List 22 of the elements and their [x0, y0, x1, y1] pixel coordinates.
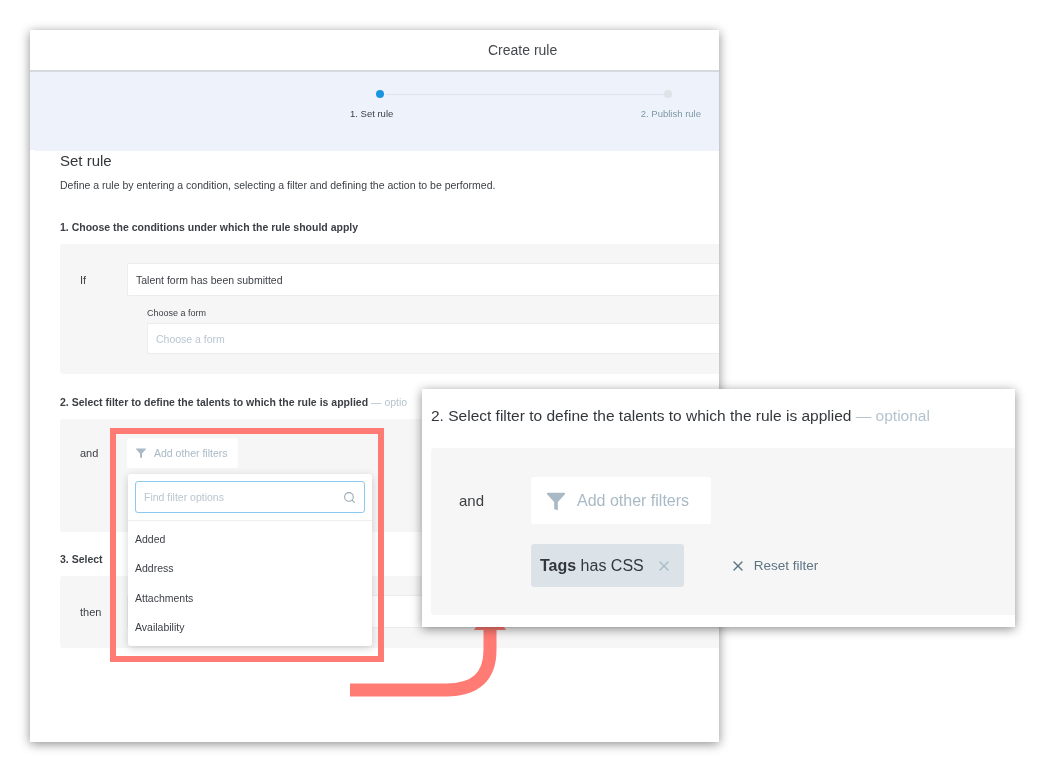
section-title: Set rule [60, 151, 113, 171]
step-label[interactable]: 1. Set rule [350, 108, 394, 119]
filter-option[interactable]: Address [128, 553, 372, 583]
condition-field[interactable]: Talent form has been submitted [127, 263, 719, 296]
search-icon [343, 490, 356, 504]
filter-option[interactable]: Availability [128, 612, 372, 642]
filter-chip[interactable]: Tags has CSS [531, 544, 684, 587]
filter-option[interactable]: Added [128, 524, 372, 554]
section-description: Define a rule by entering a condition, selecting a filter and defining the action to be performed. [60, 178, 497, 193]
then-label: then [80, 605, 103, 618]
and-label: and [459, 492, 486, 509]
filter-option[interactable]: Attachments [128, 583, 372, 613]
window-title: Create rule [488, 42, 558, 58]
and-label: and [80, 447, 100, 459]
reset-filter-button[interactable]: Reset filter [723, 556, 825, 575]
callout-heading: 2. Select filter to define the talents to which the rule is applied — optional [431, 406, 931, 426]
step-heading: 2. Select filter to define the talents to which the rule is applied — optio [60, 395, 408, 410]
step-heading: 1. Choose the conditions under which the rule should apply [60, 220, 359, 235]
form-label: Choose a form [147, 307, 208, 320]
if-label: If [80, 273, 88, 286]
filter-icon [135, 447, 147, 459]
step-heading: 3. Select [60, 552, 103, 567]
